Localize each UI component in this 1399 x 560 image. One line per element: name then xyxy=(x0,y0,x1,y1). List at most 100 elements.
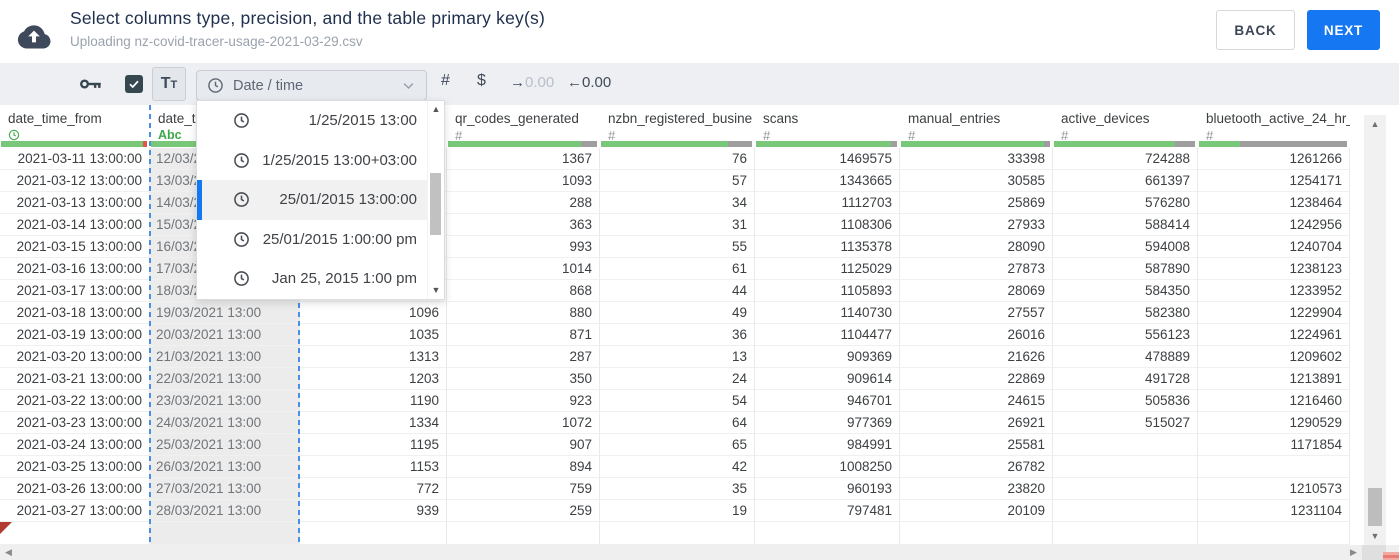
cell[interactable]: 54 xyxy=(600,390,755,412)
cell[interactable]: 61 xyxy=(600,258,755,280)
vertical-scrollbar-thumb[interactable] xyxy=(1368,488,1382,526)
cell[interactable]: 36 xyxy=(600,324,755,346)
cell[interactable]: 556123 xyxy=(1053,324,1198,346)
cell[interactable]: 491728 xyxy=(1053,368,1198,390)
cell[interactable]: 2021-03-22 13:00:00 xyxy=(0,390,150,412)
cell[interactable]: 44 xyxy=(600,280,755,302)
cell[interactable]: 588414 xyxy=(1053,214,1198,236)
cell[interactable]: 1343665 xyxy=(755,170,900,192)
column-type-dropdown[interactable]: Date / time xyxy=(196,70,427,101)
cell[interactable]: 939 xyxy=(300,500,447,522)
cell[interactable] xyxy=(300,522,447,545)
cell[interactable]: 288 xyxy=(447,192,600,214)
cell[interactable]: 1108306 xyxy=(755,214,900,236)
cell[interactable]: 1072 xyxy=(447,412,600,434)
cell[interactable]: 287 xyxy=(447,346,600,368)
back-button[interactable]: BACK xyxy=(1216,10,1295,50)
date-format-option[interactable]: 25/01/2015 1:00:00 pm xyxy=(197,220,427,260)
cell[interactable]: 2021-03-19 13:00:00 xyxy=(0,324,150,346)
cell[interactable]: 923 xyxy=(447,390,600,412)
remove-decimal-button[interactable]: ←0.00 xyxy=(567,74,611,91)
column-header-bluetooth_active_24_hr_[interactable]: bluetooth_active_24_hr_ # xyxy=(1198,105,1350,148)
cell[interactable]: 28090 xyxy=(900,236,1053,258)
cell[interactable]: 993 xyxy=(447,236,600,258)
cell[interactable]: 42 xyxy=(600,456,755,478)
cell[interactable]: 2021-03-17 13:00:00 xyxy=(0,280,150,302)
cell[interactable]: 20109 xyxy=(900,500,1053,522)
cell[interactable]: 20/03/2021 13:00 xyxy=(150,324,300,346)
date-format-option[interactable]: 1/25/2015 13:00+03:00 xyxy=(197,141,427,181)
cell[interactable]: 1125029 xyxy=(755,258,900,280)
cell[interactable] xyxy=(1053,456,1198,478)
next-button[interactable]: NEXT xyxy=(1307,10,1380,50)
cell[interactable]: 19 xyxy=(600,500,755,522)
cell[interactable]: 960193 xyxy=(755,478,900,500)
cell[interactable]: 515027 xyxy=(1053,412,1198,434)
cell[interactable]: 1367 xyxy=(447,148,600,170)
cell[interactable]: 27873 xyxy=(900,258,1053,280)
cell[interactable]: 1261266 xyxy=(1198,148,1350,170)
cell[interactable]: 2021-03-25 13:00:00 xyxy=(0,456,150,478)
cell[interactable]: 478889 xyxy=(1053,346,1198,368)
cell[interactable]: 23820 xyxy=(900,478,1053,500)
cell[interactable]: 21626 xyxy=(900,346,1053,368)
cell[interactable]: 34 xyxy=(600,192,755,214)
cell[interactable]: 1238464 xyxy=(1198,192,1350,214)
cell[interactable] xyxy=(1198,456,1350,478)
cell[interactable]: 584350 xyxy=(1053,280,1198,302)
cell[interactable]: 1195 xyxy=(300,434,447,456)
cell[interactable]: 27/03/2021 13:00 xyxy=(150,478,300,500)
cell[interactable]: 772 xyxy=(300,478,447,500)
cell[interactable]: 1104477 xyxy=(755,324,900,346)
cell[interactable]: 23/03/2021 13:00 xyxy=(150,390,300,412)
cell[interactable] xyxy=(1198,522,1350,545)
vertical-scrollbar[interactable]: ▲ ▼ xyxy=(1364,115,1386,545)
cell[interactable]: 2021-03-14 13:00:00 xyxy=(0,214,150,236)
cell[interactable]: 2021-03-18 13:00:00 xyxy=(0,302,150,324)
cell[interactable]: 909369 xyxy=(755,346,900,368)
cell[interactable]: 1224961 xyxy=(1198,324,1350,346)
cell[interactable]: 26921 xyxy=(900,412,1053,434)
cell[interactable]: 909614 xyxy=(755,368,900,390)
column-header-manual_entries[interactable]: manual_entries # xyxy=(900,105,1053,148)
cell[interactable]: 33398 xyxy=(900,148,1053,170)
cell[interactable] xyxy=(600,522,755,545)
cell[interactable]: 24615 xyxy=(900,390,1053,412)
cell[interactable] xyxy=(447,522,600,545)
cell[interactable]: 1209602 xyxy=(1198,346,1350,368)
cell[interactable]: 2021-03-21 13:00:00 xyxy=(0,368,150,390)
cell[interactable]: 1008250 xyxy=(755,456,900,478)
cell[interactable]: 1469575 xyxy=(755,148,900,170)
cell[interactable]: 661397 xyxy=(1053,170,1198,192)
cell[interactable]: 871 xyxy=(447,324,600,346)
date-format-option[interactable]: Jan 25, 2015 1:00 pm xyxy=(197,259,427,299)
cell[interactable]: 1135378 xyxy=(755,236,900,258)
cell[interactable]: 868 xyxy=(447,280,600,302)
cell[interactable]: 76 xyxy=(600,148,755,170)
cell[interactable]: 26782 xyxy=(900,456,1053,478)
cell[interactable]: 1210573 xyxy=(1198,478,1350,500)
column-header-active_devices[interactable]: active_devices # xyxy=(1053,105,1198,148)
cell[interactable]: 797481 xyxy=(755,500,900,522)
cell[interactable]: 22/03/2021 13:00 xyxy=(150,368,300,390)
cell[interactable]: 363 xyxy=(447,214,600,236)
cell[interactable]: 65 xyxy=(600,434,755,456)
cell[interactable]: 977369 xyxy=(755,412,900,434)
scroll-up-icon[interactable]: ▲ xyxy=(1364,119,1386,129)
boolean-type-checkbox[interactable] xyxy=(125,75,143,93)
add-decimal-button[interactable]: →0.00 xyxy=(510,74,554,91)
cell[interactable]: 28/03/2021 13:00 xyxy=(150,500,300,522)
text-type-button[interactable]: Tt xyxy=(152,67,186,101)
column-header-date_time_from[interactable]: date_time_from xyxy=(0,105,150,148)
column-header-nzbn_registered_busine[interactable]: nzbn_registered_busine # xyxy=(600,105,755,148)
cell[interactable]: 1213891 xyxy=(1198,368,1350,390)
cell[interactable]: 26/03/2021 13:00 xyxy=(150,456,300,478)
cell[interactable]: 1290529 xyxy=(1198,412,1350,434)
cell[interactable]: 1035 xyxy=(300,324,447,346)
cell[interactable]: 1313 xyxy=(300,346,447,368)
cell[interactable]: 64 xyxy=(600,412,755,434)
cell[interactable]: 1240704 xyxy=(1198,236,1350,258)
cell[interactable]: 55 xyxy=(600,236,755,258)
cell[interactable] xyxy=(1053,434,1198,456)
scroll-down-icon[interactable]: ▼ xyxy=(1364,531,1386,541)
